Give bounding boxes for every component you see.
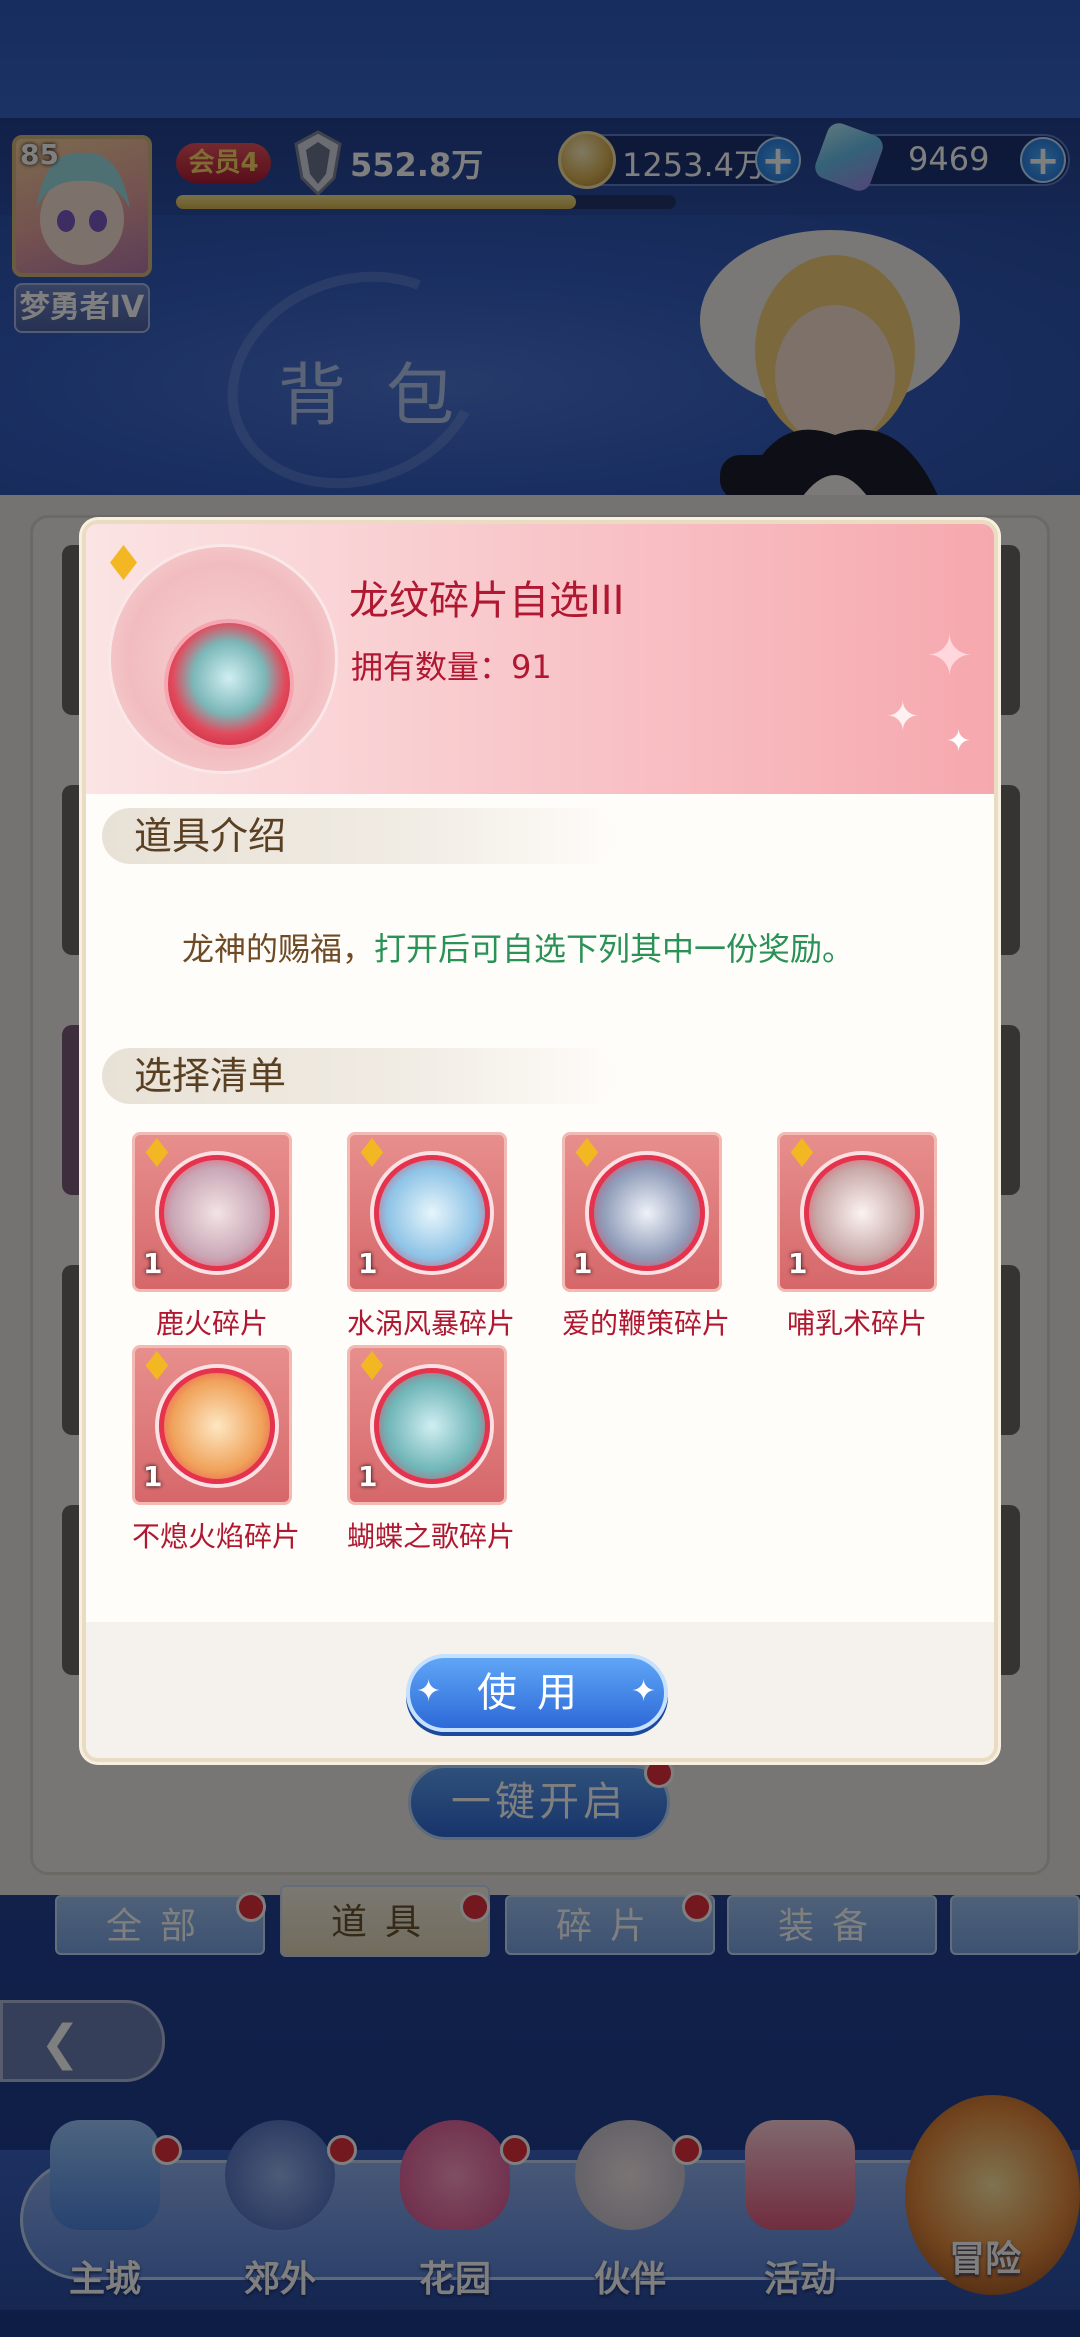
puzzle-piece-icon: ♦	[784, 1131, 820, 1177]
reward-icon-frame: ♦ 1	[562, 1131, 722, 1292]
description-highlight: 打开后可自选下列其中一份奖励。	[374, 930, 855, 968]
fragment-icon	[159, 1368, 275, 1484]
reward-option[interactable]: ♦ 1 爱的鞭策碎片	[562, 1131, 731, 1342]
fragment-icon	[804, 1155, 920, 1271]
reward-name: 哺乳术碎片	[786, 1307, 927, 1340]
sparkle-icon: ✦	[631, 1674, 657, 1709]
reward-count: 1	[143, 1460, 163, 1493]
reward-option[interactable]: ♦ 1 哺乳术碎片	[777, 1131, 937, 1342]
reward-name: 蝴蝶之歌碎片	[347, 1520, 516, 1553]
sparkle-icon: ✦	[416, 1674, 442, 1709]
sparkle-icon: ✦	[946, 724, 972, 759]
reward-icon-frame: ♦ 1	[132, 1344, 292, 1505]
reward-icon-frame: ♦ 1	[132, 1131, 292, 1292]
fragment-icon	[589, 1155, 705, 1271]
use-button[interactable]: 使用	[406, 1654, 668, 1732]
reward-name: 水涡风暴碎片	[347, 1307, 516, 1340]
reward-count: 1	[143, 1247, 163, 1280]
item-description: 龙神的赐福，打开后可自选下列其中一份奖励。	[182, 924, 854, 970]
section-title: 选择清单	[134, 1054, 287, 1098]
puzzle-piece-icon: ♦	[102, 536, 146, 592]
reward-count: 1	[573, 1247, 593, 1280]
reward-name: 鹿火碎片	[155, 1307, 268, 1340]
puzzle-piece-icon: ♦	[139, 1344, 175, 1390]
section-title: 道具介绍	[134, 814, 287, 858]
sparkle-icon: ✦	[926, 624, 973, 689]
reward-option[interactable]: ♦ 1 鹿火碎片	[132, 1131, 292, 1342]
reward-option[interactable]: ♦ 1 不熄火焰碎片	[132, 1344, 301, 1555]
reward-count: 1	[358, 1247, 378, 1280]
reward-option[interactable]: ♦ 1 水涡风暴碎片	[347, 1131, 516, 1342]
puzzle-piece-icon: ♦	[139, 1131, 175, 1177]
reward-icon-frame: ♦ 1	[777, 1131, 937, 1292]
sparkle-icon: ✦	[886, 694, 920, 740]
reward-count: 1	[788, 1247, 808, 1280]
description-text: 龙神的赐福，	[182, 930, 375, 968]
puzzle-piece-icon: ♦	[569, 1131, 605, 1177]
reward-icon-frame: ♦ 1	[347, 1344, 507, 1505]
reward-count: 1	[358, 1460, 378, 1493]
fragment-icon	[159, 1155, 275, 1271]
reward-name: 不熄火焰碎片	[132, 1520, 301, 1553]
item-name: 龙纹碎片自选III	[349, 578, 625, 624]
fragment-icon	[374, 1368, 490, 1484]
reward-option[interactable]: ♦ 1 蝴蝶之歌碎片	[347, 1344, 516, 1555]
section-header-intro: 道具介绍	[102, 808, 622, 864]
reward-icon-frame: ♦ 1	[347, 1131, 507, 1292]
section-header-choices: 选择清单	[102, 1048, 622, 1104]
puzzle-piece-icon: ♦	[354, 1131, 390, 1177]
puzzle-piece-icon: ♦	[354, 1344, 390, 1390]
reward-name: 爱的鞭策碎片	[562, 1307, 731, 1340]
item-detail-dialog: ✦ ✦ ✦ ♦ 龙纹碎片自选III 拥有数量：91 道具介绍 龙神的赐福，打开后…	[82, 520, 998, 1762]
fragment-icon	[374, 1155, 490, 1271]
dragon-fragment-icon	[164, 619, 294, 749]
owned-count: 拥有数量：91	[351, 648, 552, 686]
